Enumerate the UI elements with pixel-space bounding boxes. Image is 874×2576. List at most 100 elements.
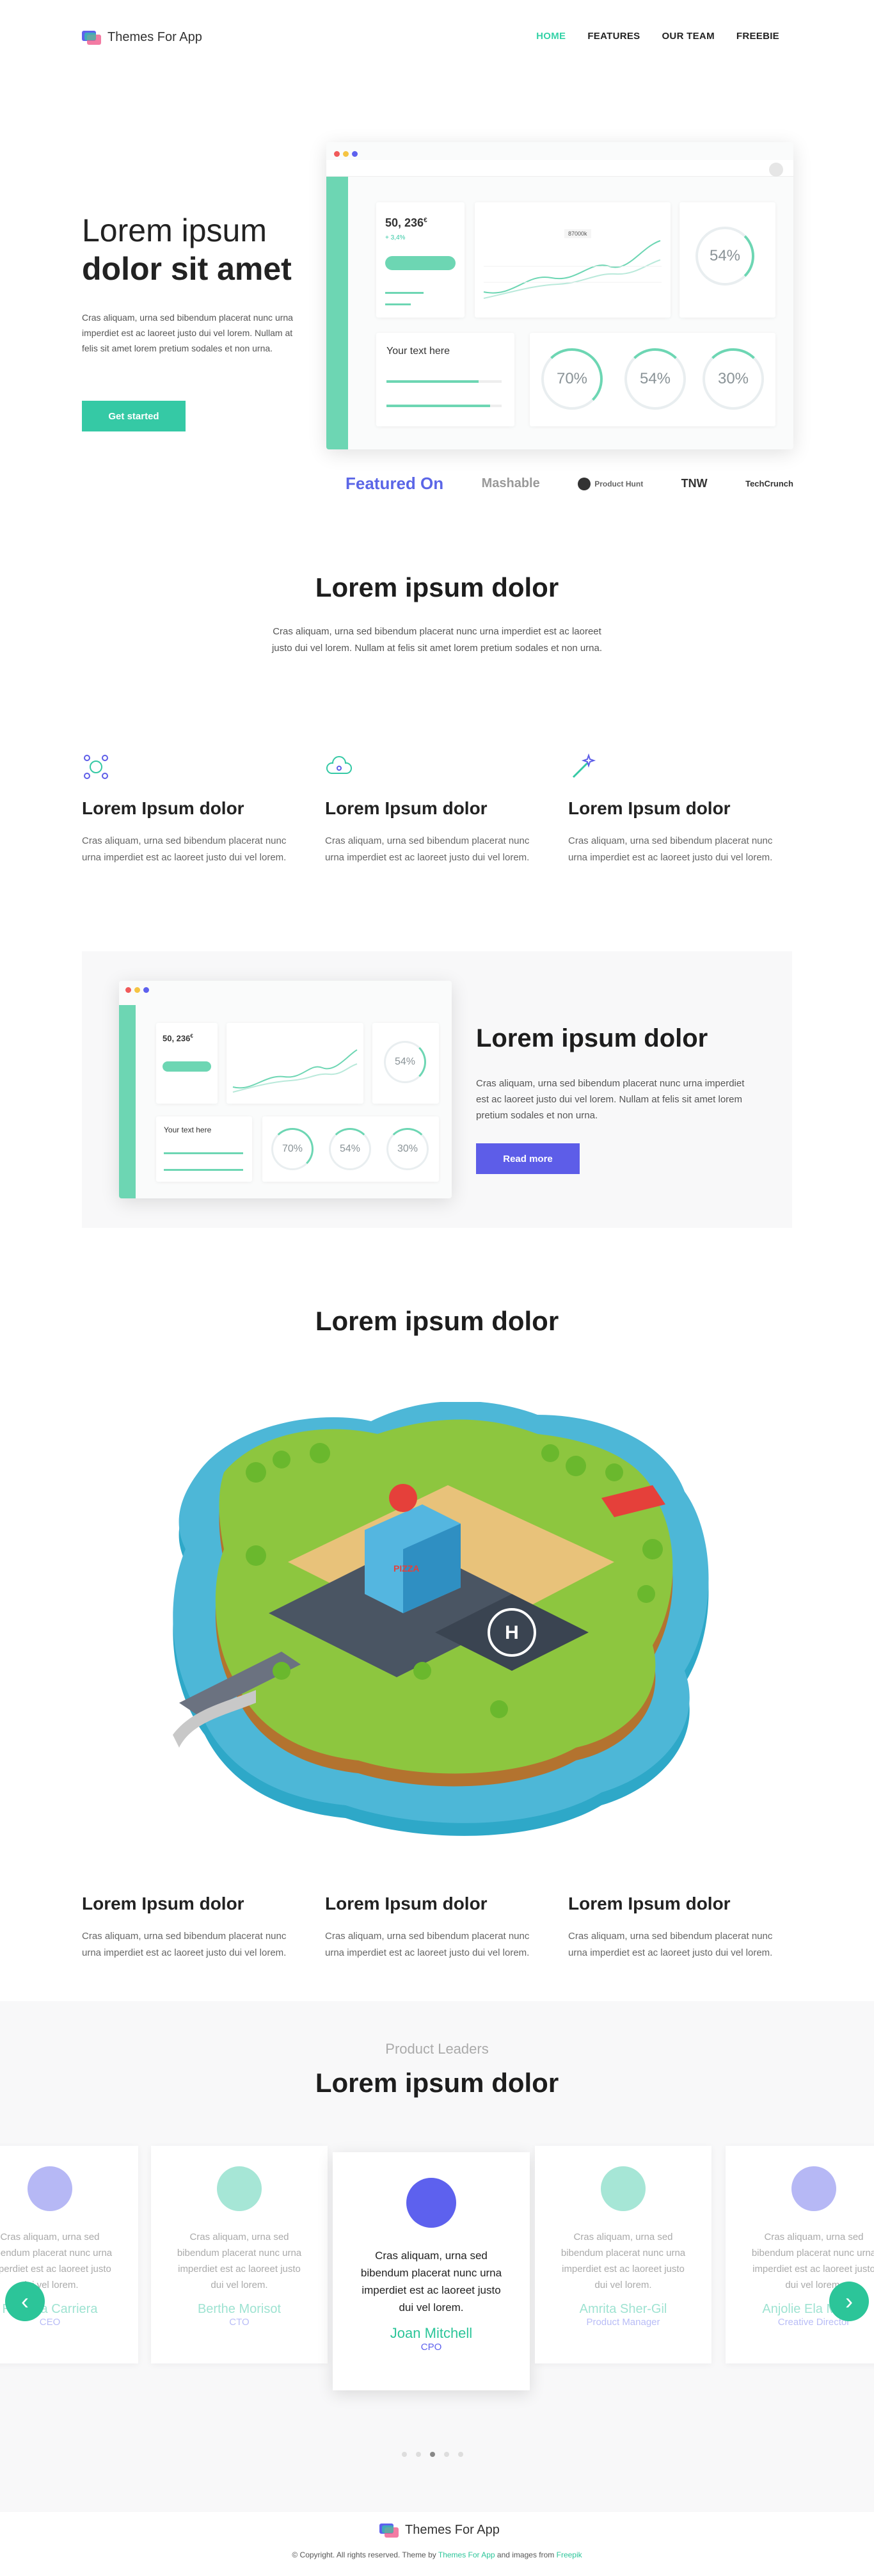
nav-home[interactable]: HOME xyxy=(536,31,566,42)
leader-text-3: Cras aliquam, urna sed bibendum placerat… xyxy=(360,2250,502,2314)
leader-avatar-2 xyxy=(217,2166,262,2211)
ring-chart-3: 54% xyxy=(624,348,686,410)
brand-logo[interactable]: Themes For App xyxy=(82,29,202,45)
themes-for-app-link[interactable]: Themes For App xyxy=(438,2550,495,2559)
feature2-title-2: Lorem Ipsum dolor xyxy=(325,1894,488,1913)
carousel-dot-4[interactable] xyxy=(444,2452,449,2457)
leader-card-5[interactable]: Cras aliquam, urna sed bibendum placerat… xyxy=(726,2146,874,2363)
leader-avatar-3 xyxy=(406,2178,456,2228)
press-techcrunch[interactable]: TechCrunch xyxy=(745,479,793,488)
feature2-card-1: Lorem Ipsum dolor Cras aliquam, urna sed… xyxy=(82,1894,307,1961)
get-started-button[interactable]: Get started xyxy=(82,401,186,431)
leader-role-3: CPO xyxy=(420,2342,442,2353)
footer-copyright: © Copyright. All rights reserved. Theme … xyxy=(0,2550,874,2559)
feature-title-1: Lorem Ipsum dolor xyxy=(82,798,244,818)
nav-our-team[interactable]: OUR TEAM xyxy=(662,31,714,42)
carousel-dot-2[interactable] xyxy=(416,2452,421,2457)
section1-text: Cras aliquam, urna sed bibendum placerat… xyxy=(271,626,603,654)
leader-role-2: CTO xyxy=(229,2317,250,2328)
feature2-title-3: Lorem Ipsum dolor xyxy=(568,1894,731,1913)
line-chart-card: 87000k xyxy=(475,202,671,318)
promo-big-number: 50, 236 xyxy=(163,1033,191,1043)
read-more-button[interactable]: Read more xyxy=(476,1143,580,1174)
leader-card-3[interactable]: Cras aliquam, urna sed bibendum placerat… xyxy=(333,2152,530,2390)
promo-line-chart xyxy=(232,1049,358,1093)
nav-features[interactable]: FEATURES xyxy=(587,31,640,42)
freepik-link[interactable]: Freepik xyxy=(557,2550,582,2559)
dashboard-sidebar xyxy=(326,177,348,449)
leader-avatar-1 xyxy=(28,2166,72,2211)
dashboard-screenshot: 50, 236€ + 3,4% 87000k 54% Your text her… xyxy=(326,142,793,449)
section1-title: Lorem ipsum dolor xyxy=(315,572,559,602)
feature2-text-3: Cras aliquam, urna sed bibendum placerat… xyxy=(568,1931,773,1958)
feature2-title-1: Lorem Ipsum dolor xyxy=(82,1894,244,1913)
ring-chart-4: 30% xyxy=(703,348,764,410)
leader-card-4[interactable]: Cras aliquam, urna sed bibendum placerat… xyxy=(535,2146,711,2363)
carousel-next-button[interactable]: › xyxy=(829,2282,869,2321)
featured-on-bar: Featured On Mashable Product Hunt TNW Te… xyxy=(346,474,793,494)
footer-logo[interactable]: Themes For App xyxy=(379,2522,500,2538)
feature-text-2: Cras aliquam, urna sed bibendum placerat… xyxy=(325,835,530,863)
carousel-prev-button[interactable]: ‹ xyxy=(5,2282,45,2321)
promo-dashboard-screenshot: 50, 236€ 54% Your text here 70% 54% 30% xyxy=(119,981,452,1198)
feature-title-2: Lorem Ipsum dolor xyxy=(325,798,488,818)
change-value: + 3,4% xyxy=(385,234,406,241)
press-mashable[interactable]: Mashable xyxy=(482,476,540,491)
leader-avatar-5 xyxy=(791,2166,836,2211)
leader-card-2[interactable]: Cras aliquam, urna sed bibendum placerat… xyxy=(151,2146,328,2363)
hero-title: Lorem ipsum dolor sit amet xyxy=(82,211,292,288)
feature2-card-2: Lorem Ipsum dolor Cras aliquam, urna sed… xyxy=(325,1894,550,1961)
promo-dashboard-sidebar xyxy=(119,1005,136,1198)
footer-logo-icon xyxy=(379,2522,399,2538)
pizza-sign: PIZZA xyxy=(393,1563,419,1574)
feature2-card-3: Lorem Ipsum dolor Cras aliquam, urna sed… xyxy=(568,1894,793,1961)
leaders-eyebrow: Product Leaders xyxy=(385,2041,489,2057)
promo-ring-2: 70% xyxy=(271,1128,314,1170)
card-title: Your text here xyxy=(386,346,450,357)
leader-avatar-4 xyxy=(601,2166,646,2211)
section2-title: Lorem ipsum dolor xyxy=(315,1306,559,1336)
promo-ring-4: 30% xyxy=(386,1128,429,1170)
leader-card-1[interactable]: Cras aliquam, urna sed bibendum placerat… xyxy=(0,2146,138,2363)
press-product-hunt[interactable]: Product Hunt xyxy=(578,477,643,490)
leader-role-4: Product Manager xyxy=(586,2317,660,2328)
feature-title-3: Lorem Ipsum dolor xyxy=(568,798,731,818)
chevron-left-icon: ‹ xyxy=(21,2288,29,2314)
featured-label: Featured On xyxy=(346,474,444,493)
leader-text-2: Cras aliquam, urna sed bibendum placerat… xyxy=(177,2232,302,2290)
magic-wand-icon xyxy=(572,753,596,778)
copyright-mid: and images from xyxy=(495,2550,557,2559)
brand-name: Themes For App xyxy=(107,29,202,44)
carousel-dot-3[interactable] xyxy=(430,2452,435,2457)
press-tnw[interactable]: TNW xyxy=(681,477,708,490)
hero-title-light: Lorem ipsum xyxy=(82,213,267,248)
carousel-dot-5[interactable] xyxy=(458,2452,463,2457)
promo-title: Lorem ipsum dolor xyxy=(476,1024,708,1052)
big-number-currency: € xyxy=(424,217,427,224)
promo-window-dots xyxy=(125,985,152,996)
hero-title-bold: dolor sit amet xyxy=(82,251,292,287)
network-icon xyxy=(84,755,108,779)
big-number: 50, 236 xyxy=(385,216,424,229)
carousel-dot-1[interactable] xyxy=(402,2452,407,2457)
copyright-text: © Copyright. All rights reserved. Theme … xyxy=(292,2550,438,2559)
leaders-title: Lorem ipsum dolor xyxy=(315,2068,559,2098)
feature-card-2: Lorem Ipsum dolor Cras aliquam, urna sed… xyxy=(325,753,550,866)
promo-ring-3: 54% xyxy=(329,1128,371,1170)
ring-chart-2: 70% xyxy=(541,348,603,410)
nav-freebie[interactable]: FREEBIE xyxy=(736,31,779,42)
leader-name-2: Berthe Morisot xyxy=(197,2302,282,2316)
feature2-text-2: Cras aliquam, urna sed bibendum placerat… xyxy=(325,1931,530,1958)
window-dots xyxy=(334,149,361,160)
feature-text-1: Cras aliquam, urna sed bibendum placerat… xyxy=(82,835,287,863)
line-chart xyxy=(483,240,662,299)
footer-brand-name: Themes For App xyxy=(405,2522,500,2537)
chevron-right-icon: › xyxy=(845,2288,853,2314)
promo-big-number-currency: € xyxy=(190,1033,193,1039)
cloud-icon xyxy=(326,756,353,774)
isometric-city-illustration: H PIZZA xyxy=(173,1402,709,1836)
main-nav: HOME FEATURES OUR TEAM FREEBIE xyxy=(536,31,779,42)
avatar xyxy=(769,163,783,177)
leader-name-3: Joan Mitchell xyxy=(390,2325,473,2341)
promo-text: Cras aliquam, urna sed bibendum placerat… xyxy=(476,1078,745,1121)
